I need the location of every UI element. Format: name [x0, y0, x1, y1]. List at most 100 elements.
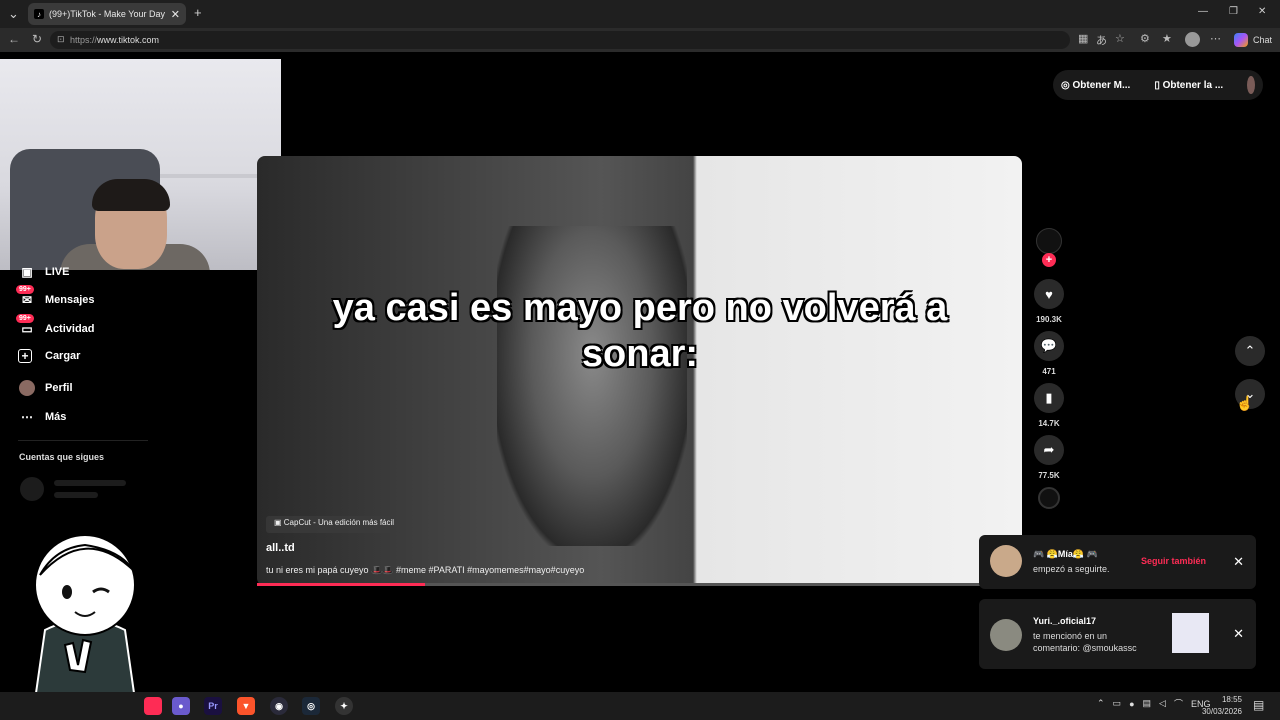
maximize-button[interactable]: ❐ [1229, 6, 1238, 17]
copilot-icon[interactable] [1234, 33, 1248, 47]
comment-icon: 💬 [1040, 338, 1058, 353]
video-description: tu ni eres mi papá cuyeyo 🎩🎩 #meme #PARA… [266, 565, 585, 575]
notification-name: 🎮 😤Mía😤 🎮 [1033, 549, 1098, 559]
following-placeholder-avatar [20, 477, 44, 501]
get-app-button[interactable]: ▯ Obtener la ... [1154, 80, 1235, 91]
chat-label[interactable]: Chat [1253, 35, 1272, 45]
sidebar-item-label: Actividad [45, 323, 95, 335]
following-placeholder-line [54, 480, 126, 486]
live-icon: ▣ [21, 265, 33, 279]
sidebar-item-label: Más [45, 411, 67, 423]
upload-icon: + [18, 349, 32, 363]
windows-taskbar [0, 692, 1280, 720]
tray-mic-icon[interactable]: ● [1129, 699, 1134, 709]
notification-avatar [990, 545, 1022, 577]
webcam-overlay [0, 59, 281, 270]
chevron-up-icon: ⌃ [1244, 343, 1256, 358]
clock-time: 18:55 [1221, 695, 1242, 704]
favorite-star-icon[interactable]: ☆ [1115, 32, 1125, 45]
tab-list-icon[interactable]: ⌄ [8, 6, 19, 22]
user-avatar[interactable] [1247, 76, 1255, 94]
comment-button[interactable]: 💬 [1034, 331, 1064, 361]
messages-icon: ✉ 99+ [16, 285, 36, 309]
bookmark-icon: ▮ [1045, 390, 1053, 405]
taskbar-brave-icon[interactable]: ▼ [237, 697, 255, 715]
notifications-center-icon[interactable]: ▤ [1253, 698, 1264, 712]
music-disc-icon[interactable] [1038, 487, 1060, 509]
tray-battery-icon[interactable]: ▭ [1113, 698, 1122, 709]
get-app-label: Obtener la ... [1162, 79, 1224, 91]
sidebar-item-label: LIVE [45, 266, 70, 278]
activity-badge: 99+ [16, 314, 34, 323]
tray-network-icon[interactable]: ▤ [1143, 698, 1152, 709]
follow-back-button[interactable]: Seguir también [1141, 556, 1206, 566]
comment-count: 471 [1042, 367, 1056, 376]
mascot-overlay [33, 534, 137, 700]
sidebar-item-messages[interactable]: ✉ 99+ Mensajes [16, 285, 95, 309]
heart-icon: ♥ [1045, 286, 1053, 302]
capcut-icon: ▣ [274, 518, 284, 527]
sidebar-item-profile[interactable]: Perfil [18, 379, 73, 397]
taskbar-premiere-icon[interactable]: Pr [204, 697, 222, 715]
following-section-title: Cuentas que sigues [19, 452, 105, 462]
extensions-icon[interactable]: ⚙ [1140, 32, 1150, 45]
profile-icon [18, 379, 36, 397]
menu-dots-icon[interactable]: ⋯ [1210, 32, 1221, 45]
get-coins-button[interactable]: ◎ Obtener M... [1061, 80, 1142, 91]
share-button[interactable]: ➦ [1034, 435, 1064, 465]
url-host: www.tiktok.com [97, 35, 160, 45]
address-bar[interactable]: ⊡ https://www.tiktok.com [50, 31, 1070, 49]
translate-icon[interactable]: あ [1096, 32, 1107, 48]
capcut-label: CapCut - Una edición más fácil [283, 518, 395, 527]
sidebar-item-live[interactable]: ▣ LIVE [18, 263, 69, 281]
apps-icon[interactable]: ▦ [1078, 32, 1088, 45]
notification-message-line1: te mencionó en un [1033, 631, 1108, 641]
video-author[interactable]: all..td [266, 542, 295, 554]
notification-video-thumbnail[interactable] [1172, 613, 1209, 653]
site-info-icon[interactable]: ⊡ [57, 34, 65, 45]
url-protocol: https:// [70, 35, 98, 45]
tiktok-favicon-icon: ♪ [34, 9, 44, 19]
like-count: 190.3K [1036, 315, 1062, 324]
sidebar-item-label: Cargar [45, 350, 81, 362]
notification-follow[interactable]: 🎮 😤Mía😤 🎮 empezó a seguirte. Seguir tamb… [979, 535, 1256, 589]
taskbar-clock[interactable]: 18:55 30/03/2026 [1200, 694, 1242, 718]
taskbar-discord-icon[interactable]: ● [172, 697, 190, 715]
following-placeholder-line [54, 492, 98, 498]
sidebar-item-more[interactable]: ⋯ Más [18, 408, 66, 426]
previous-video-button[interactable]: ⌃ [1235, 336, 1265, 366]
tab-title: (99+)TikTok - Make Your Day [49, 9, 165, 19]
tray-chevron-icon[interactable]: ⌃ [1097, 698, 1105, 709]
minimize-button[interactable]: — [1198, 6, 1208, 17]
save-button[interactable]: ▮ [1034, 383, 1064, 413]
browser-title-bar [0, 0, 1280, 28]
taskbar-app2-icon[interactable]: ✦ [335, 697, 353, 715]
taskbar-steam-icon[interactable]: ◎ [302, 697, 320, 715]
tray-wifi-icon[interactable]: ⌒ [1174, 697, 1183, 710]
favorites-icon[interactable]: ★ [1162, 32, 1172, 45]
save-count: 14.7K [1038, 419, 1060, 428]
follow-plus-button[interactable]: + [1042, 253, 1056, 267]
browser-tab[interactable]: ♪ (99+)TikTok - Make Your Day ✕ [28, 3, 186, 25]
taskbar-app-icon[interactable] [144, 697, 162, 715]
sidebar-item-activity[interactable]: ▭ 99+ Actividad [16, 314, 95, 338]
mouse-cursor-icon: ☝ [1236, 395, 1254, 411]
sidebar-item-label: Perfil [45, 382, 73, 394]
notification-mention[interactable]: Yuri._.oficial17 te mencionó en un comen… [979, 599, 1256, 669]
like-button[interactable]: ♥ [1034, 279, 1064, 309]
sidebar-item-upload[interactable]: + Cargar [18, 349, 80, 363]
capcut-tag[interactable]: ▣ CapCut - Una edición más fácil [266, 516, 403, 533]
creator-avatar[interactable] [1036, 228, 1062, 254]
refresh-icon[interactable]: ↻ [32, 32, 42, 46]
share-icon: ➦ [1043, 442, 1055, 457]
close-icon[interactable]: ✕ [1233, 554, 1244, 570]
activity-icon: ▭ 99+ [16, 314, 36, 338]
tray-volume-icon[interactable]: ◁ [1159, 698, 1166, 709]
back-icon[interactable]: ← [8, 32, 20, 46]
new-tab-button[interactable]: + [194, 5, 202, 20]
tab-close-button[interactable]: ✕ [171, 8, 180, 21]
profile-avatar-icon[interactable] [1185, 32, 1200, 47]
close-icon[interactable]: ✕ [1233, 626, 1244, 642]
close-window-button[interactable]: ✕ [1258, 6, 1266, 17]
taskbar-obs-icon[interactable]: ◉ [270, 697, 288, 715]
